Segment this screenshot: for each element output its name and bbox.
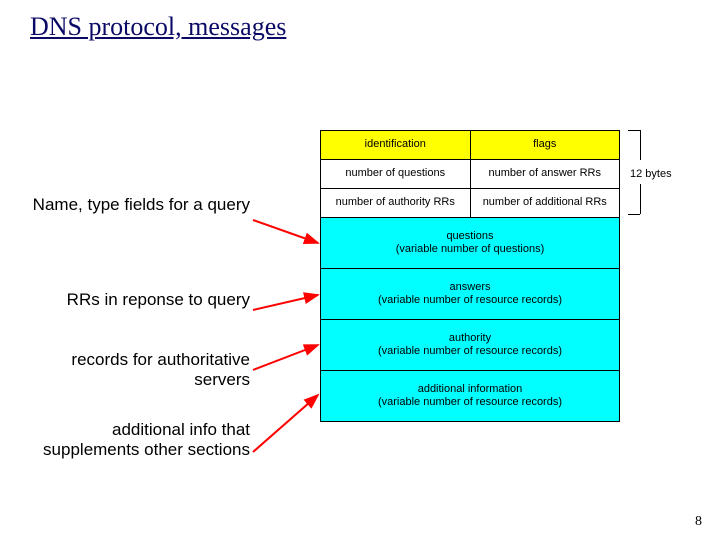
row-id-flags: identification flags	[320, 130, 620, 160]
bracket-label: 12 bytes	[630, 168, 672, 180]
label-additional-info: additional info that supplements other s…	[20, 420, 250, 461]
cell-flags: flags	[471, 131, 620, 159]
label-authority-records: records for authoritative servers	[20, 350, 250, 391]
row-num-auth-add: number of authority RRs number of additi…	[320, 189, 620, 218]
row-authority: authority (variable number of resource r…	[320, 320, 620, 371]
cell-answers: answers (variable number of resource rec…	[321, 269, 619, 319]
slide-title: DNS protocol, messages	[30, 12, 286, 42]
cell-num-questions: number of questions	[321, 160, 471, 188]
row-additional: additional information (variable number …	[320, 371, 620, 422]
cell-questions: questions (variable number of questions)	[321, 218, 619, 268]
dns-message-diagram: identification flags number of questions…	[320, 130, 620, 422]
row-num-q-a: number of questions number of answer RRs	[320, 160, 620, 189]
cell-num-answer-rrs: number of answer RRs	[471, 160, 620, 188]
cell-additional: additional information (variable number …	[321, 371, 619, 421]
label-query-fields: Name, type fields for a query	[20, 195, 250, 215]
page-number: 8	[695, 514, 702, 530]
cell-identification: identification	[321, 131, 471, 159]
row-questions: questions (variable number of questions)	[320, 218, 620, 269]
label-answer-rrs: RRs in reponse to query	[20, 290, 250, 310]
cell-num-additional-rrs: number of additional RRs	[471, 189, 620, 217]
cell-num-authority-rrs: number of authority RRs	[321, 189, 471, 217]
cell-authority: authority (variable number of resource r…	[321, 320, 619, 370]
row-answers: answers (variable number of resource rec…	[320, 269, 620, 320]
header-size-bracket: 12 bytes	[628, 130, 688, 220]
